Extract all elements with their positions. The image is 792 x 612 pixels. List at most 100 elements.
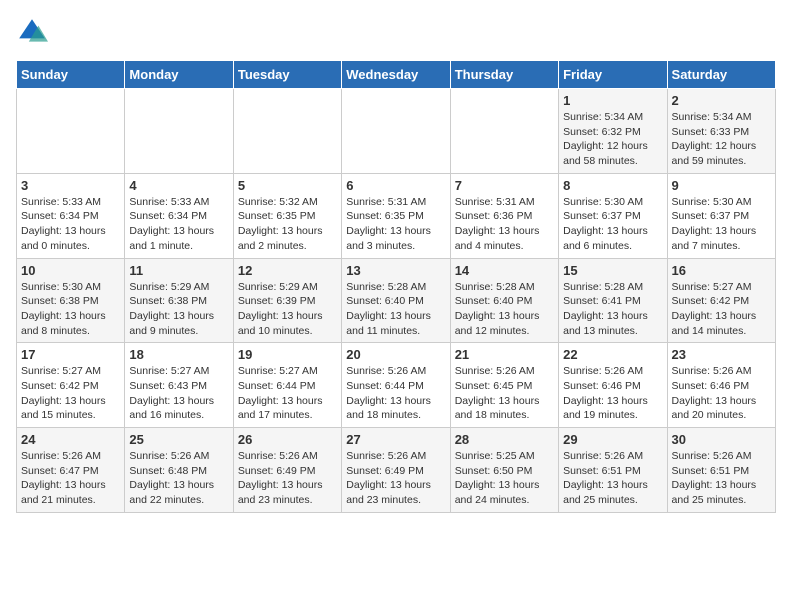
weekday-header-wednesday: Wednesday [342,61,450,89]
day-info: Sunrise: 5:26 AMSunset: 6:47 PMDaylight:… [21,449,120,508]
logo-icon [16,16,48,48]
calendar-cell: 12Sunrise: 5:29 AMSunset: 6:39 PMDayligh… [233,258,341,343]
day-number: 23 [672,347,771,362]
day-number: 15 [563,263,662,278]
day-number: 17 [21,347,120,362]
weekday-header-friday: Friday [559,61,667,89]
day-number: 5 [238,178,337,193]
calendar-cell: 3 Sunrise: 5:33 AMSunset: 6:34 PMDaylight… [17,173,125,258]
day-number: 2 [672,93,771,108]
calendar-week-4: 17 Sunrise: 5:27 AMSunset: 6:42 PMDayligh… [17,343,776,428]
day-info: Sunrise: 5:32 AMSunset: 6:35 PMDaylight:… [238,195,337,254]
day-number: 22 [563,347,662,362]
weekday-header-monday: Monday [125,61,233,89]
day-info: Sunrise: 5:28 AMSunset: 6:41 PMDaylight:… [563,280,662,339]
calendar-cell: 22 Sunrise: 5:26 AMSunset: 6:46 PMDayligh… [559,343,667,428]
calendar-cell: 28 Sunrise: 5:25 AMSunset: 6:50 PMDayligh… [450,428,558,513]
day-number: 27 [346,432,445,447]
calendar-cell: 19 Sunrise: 5:27 AMSunset: 6:44 PMDayligh… [233,343,341,428]
calendar-cell: 2 Sunrise: 5:34 AMSunset: 6:33 PMDaylight… [667,89,775,174]
calendar-cell [233,89,341,174]
page-header [16,16,776,48]
day-number: 1 [563,93,662,108]
weekday-header-sunday: Sunday [17,61,125,89]
calendar-cell [342,89,450,174]
day-number: 11 [129,263,228,278]
day-info: Sunrise: 5:30 AMSunset: 6:37 PMDaylight:… [563,195,662,254]
day-info: Sunrise: 5:33 AMSunset: 6:34 PMDaylight:… [129,195,228,254]
day-info: Sunrise: 5:26 AMSunset: 6:51 PMDaylight:… [563,449,662,508]
day-number: 26 [238,432,337,447]
calendar-cell: 17 Sunrise: 5:27 AMSunset: 6:42 PMDayligh… [17,343,125,428]
day-number: 24 [21,432,120,447]
day-number: 6 [346,178,445,193]
calendar-cell: 4Sunrise: 5:33 AMSunset: 6:34 PMDaylight… [125,173,233,258]
weekday-header-tuesday: Tuesday [233,61,341,89]
calendar-cell: 24 Sunrise: 5:26 AMSunset: 6:47 PMDayligh… [17,428,125,513]
calendar-cell: 6 Sunrise: 5:31 AMSunset: 6:35 PMDaylight… [342,173,450,258]
day-number: 16 [672,263,771,278]
day-number: 19 [238,347,337,362]
day-info: Sunrise: 5:27 AMSunset: 6:44 PMDaylight:… [238,364,337,423]
calendar-cell: 9 Sunrise: 5:30 AMSunset: 6:37 PMDaylight… [667,173,775,258]
weekday-header-row: SundayMondayTuesdayWednesdayThursdayFrid… [17,61,776,89]
calendar-week-1: 1 Sunrise: 5:34 AMSunset: 6:32 PMDaylight… [17,89,776,174]
day-info: Sunrise: 5:26 AMSunset: 6:51 PMDaylight:… [672,449,771,508]
day-number: 7 [455,178,554,193]
day-info: Sunrise: 5:34 AMSunset: 6:32 PMDaylight:… [563,110,662,169]
calendar-cell: 30 Sunrise: 5:26 AMSunset: 6:51 PMDayligh… [667,428,775,513]
day-info: Sunrise: 5:27 AMSunset: 6:43 PMDaylight:… [129,364,228,423]
day-info: Sunrise: 5:28 AMSunset: 6:40 PMDaylight:… [346,280,445,339]
day-info: Sunrise: 5:26 AMSunset: 6:46 PMDaylight:… [563,364,662,423]
day-info: Sunrise: 5:30 AMSunset: 6:38 PMDaylight:… [21,280,120,339]
calendar-table: SundayMondayTuesdayWednesdayThursdayFrid… [16,60,776,513]
day-info: Sunrise: 5:34 AMSunset: 6:33 PMDaylight:… [672,110,771,169]
day-info: Sunrise: 5:27 AMSunset: 6:42 PMDaylight:… [21,364,120,423]
day-number: 25 [129,432,228,447]
calendar-cell: 1 Sunrise: 5:34 AMSunset: 6:32 PMDaylight… [559,89,667,174]
calendar-cell: 7 Sunrise: 5:31 AMSunset: 6:36 PMDaylight… [450,173,558,258]
calendar-cell: 5 Sunrise: 5:32 AMSunset: 6:35 PMDaylight… [233,173,341,258]
day-info: Sunrise: 5:26 AMSunset: 6:45 PMDaylight:… [455,364,554,423]
calendar-cell: 16 Sunrise: 5:27 AMSunset: 6:42 PMDayligh… [667,258,775,343]
day-number: 8 [563,178,662,193]
calendar-cell: 14 Sunrise: 5:28 AMSunset: 6:40 PMDayligh… [450,258,558,343]
day-info: Sunrise: 5:31 AMSunset: 6:36 PMDaylight:… [455,195,554,254]
day-info: Sunrise: 5:26 AMSunset: 6:44 PMDaylight:… [346,364,445,423]
day-info: Sunrise: 5:31 AMSunset: 6:35 PMDaylight:… [346,195,445,254]
day-number: 30 [672,432,771,447]
day-info: Sunrise: 5:33 AMSunset: 6:34 PMDaylight:… [21,195,120,254]
calendar-cell: 13 Sunrise: 5:28 AMSunset: 6:40 PMDayligh… [342,258,450,343]
day-number: 3 [21,178,120,193]
calendar-week-5: 24 Sunrise: 5:26 AMSunset: 6:47 PMDayligh… [17,428,776,513]
day-number: 13 [346,263,445,278]
weekday-header-thursday: Thursday [450,61,558,89]
day-info: Sunrise: 5:26 AMSunset: 6:49 PMDaylight:… [238,449,337,508]
day-number: 14 [455,263,554,278]
calendar-cell: 27 Sunrise: 5:26 AMSunset: 6:49 PMDayligh… [342,428,450,513]
calendar-cell: 10Sunrise: 5:30 AMSunset: 6:38 PMDayligh… [17,258,125,343]
day-number: 21 [455,347,554,362]
calendar-cell: 8 Sunrise: 5:30 AMSunset: 6:37 PMDaylight… [559,173,667,258]
calendar-cell: 11Sunrise: 5:29 AMSunset: 6:38 PMDayligh… [125,258,233,343]
day-info: Sunrise: 5:30 AMSunset: 6:37 PMDaylight:… [672,195,771,254]
day-info: Sunrise: 5:26 AMSunset: 6:49 PMDaylight:… [346,449,445,508]
calendar-cell [17,89,125,174]
logo [16,16,52,48]
day-number: 28 [455,432,554,447]
weekday-header-saturday: Saturday [667,61,775,89]
day-number: 20 [346,347,445,362]
calendar-cell: 18Sunrise: 5:27 AMSunset: 6:43 PMDayligh… [125,343,233,428]
day-info: Sunrise: 5:25 AMSunset: 6:50 PMDaylight:… [455,449,554,508]
calendar-cell: 26 Sunrise: 5:26 AMSunset: 6:49 PMDayligh… [233,428,341,513]
calendar-week-3: 10Sunrise: 5:30 AMSunset: 6:38 PMDayligh… [17,258,776,343]
day-number: 9 [672,178,771,193]
day-info: Sunrise: 5:27 AMSunset: 6:42 PMDaylight:… [672,280,771,339]
calendar-cell: 15 Sunrise: 5:28 AMSunset: 6:41 PMDayligh… [559,258,667,343]
day-info: Sunrise: 5:28 AMSunset: 6:40 PMDaylight:… [455,280,554,339]
calendar-cell: 29Sunrise: 5:26 AMSunset: 6:51 PMDayligh… [559,428,667,513]
day-info: Sunrise: 5:29 AMSunset: 6:39 PMDaylight:… [238,280,337,339]
calendar-cell: 20 Sunrise: 5:26 AMSunset: 6:44 PMDayligh… [342,343,450,428]
calendar-cell [450,89,558,174]
calendar-week-2: 3 Sunrise: 5:33 AMSunset: 6:34 PMDaylight… [17,173,776,258]
